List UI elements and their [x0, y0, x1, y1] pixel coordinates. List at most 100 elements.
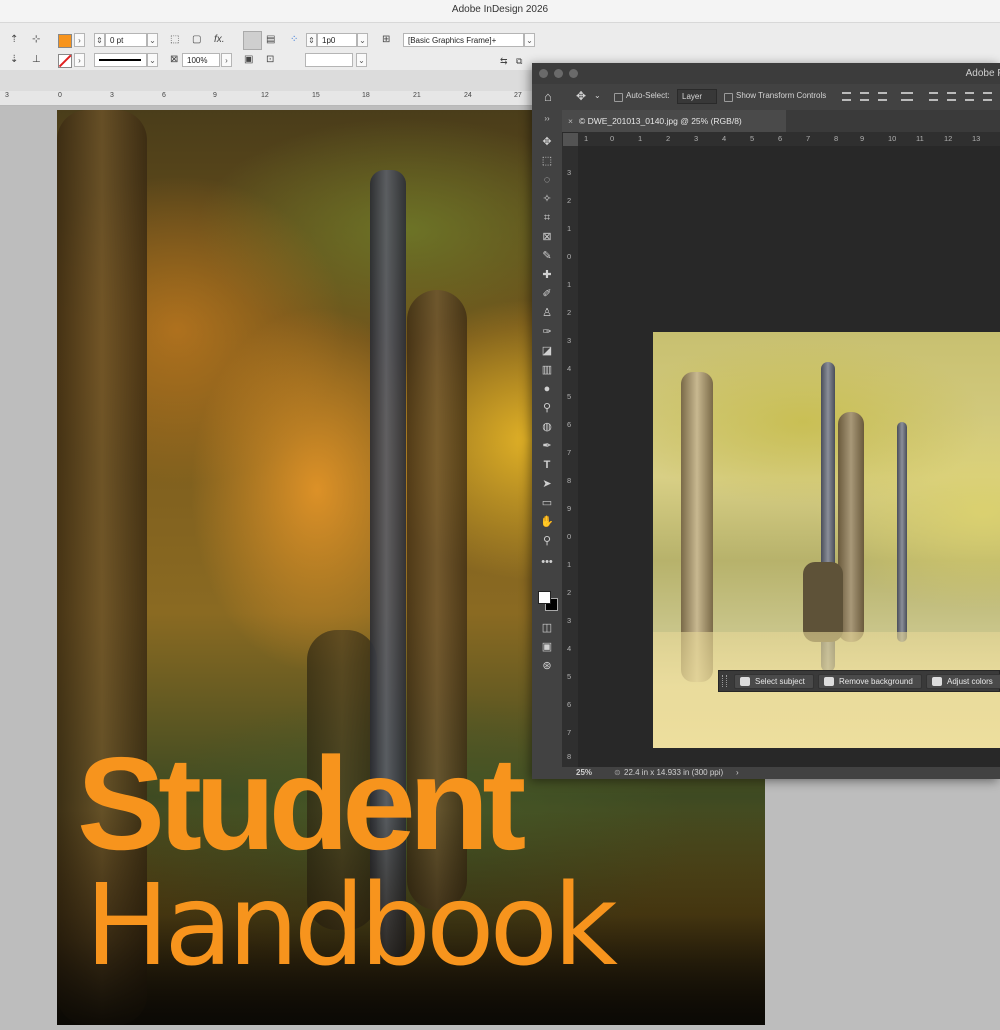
- distribute-icon[interactable]: ⇡: [10, 33, 18, 47]
- headline-handbook[interactable]: Handbook: [85, 870, 618, 982]
- frame-fitting-icon[interactable]: ⬚: [170, 33, 179, 47]
- lasso-tool-icon[interactable]: ◌: [538, 172, 556, 188]
- type-tool-icon[interactable]: T: [538, 457, 556, 473]
- zoom-level[interactable]: 25%: [576, 767, 592, 779]
- drag-handle-icon[interactable]: [722, 675, 727, 687]
- color-adjust-icon: [932, 677, 942, 686]
- gutter-field[interactable]: 1p0: [317, 33, 357, 47]
- text-wrap-none-button[interactable]: [243, 31, 262, 50]
- stroke-weight-field[interactable]: 0 pt: [105, 33, 147, 47]
- person-icon: [740, 677, 750, 686]
- zoom-tool-icon[interactable]: ⚲: [538, 533, 556, 549]
- corner-shape-dropdown[interactable]: ⌄: [356, 53, 367, 67]
- auto-select-checkbox[interactable]: [614, 93, 623, 102]
- photoshop-titlebar: Adobe P: [532, 63, 1000, 84]
- edit-toolbar-icon[interactable]: ⊛: [538, 658, 556, 674]
- screen-mode-icon[interactable]: ▣: [538, 639, 556, 655]
- center-content-icon[interactable]: ⊡: [266, 53, 274, 67]
- close-tab-icon[interactable]: ×: [568, 116, 573, 126]
- adjust-colors-button[interactable]: Adjust colors: [926, 674, 1000, 689]
- move-tool-icon[interactable]: ✥: [538, 134, 556, 150]
- align-left-icon[interactable]: [842, 92, 851, 101]
- fill-swatch[interactable]: [58, 34, 72, 48]
- object-style-field[interactable]: [Basic Graphics Frame]+: [403, 33, 524, 47]
- select-subject-button[interactable]: Select subject: [734, 674, 814, 689]
- hand-tool-icon[interactable]: ✋: [538, 514, 556, 530]
- align-icon[interactable]: ⊹: [32, 33, 40, 47]
- close-window-button[interactable]: [539, 69, 548, 78]
- sponge-tool-icon[interactable]: ◍: [538, 419, 556, 435]
- show-transform-checkbox[interactable]: [724, 93, 733, 102]
- brush-tool-icon[interactable]: ✐: [538, 286, 556, 302]
- crop-tool-icon[interactable]: ⌗: [538, 210, 556, 226]
- ruler-number: 1: [567, 560, 572, 569]
- healing-brush-tool-icon[interactable]: ✚: [538, 267, 556, 283]
- align-bottom-icon[interactable]: [965, 92, 974, 101]
- effects-icon[interactable]: fx.: [214, 33, 225, 47]
- headline-student[interactable]: Student: [77, 738, 526, 870]
- content-fitting-icon[interactable]: ▣: [244, 53, 253, 67]
- quick-mask-icon[interactable]: ◫: [538, 620, 556, 636]
- distribute-icon[interactable]: [901, 92, 913, 101]
- ruler-number: 8: [567, 752, 572, 761]
- status-menu-chevron-icon[interactable]: ›: [736, 767, 739, 779]
- scale-icon[interactable]: ⊠: [170, 53, 178, 67]
- align-middle-icon[interactable]: [947, 92, 956, 101]
- clone-stamp-tool-icon[interactable]: ♙: [538, 305, 556, 321]
- eyedropper-tool-icon[interactable]: ✎: [538, 248, 556, 264]
- object-selection-tool-icon[interactable]: ✧: [538, 191, 556, 207]
- tool-preset-chevron-icon[interactable]: ⌄: [594, 91, 601, 100]
- ruler-number: 7: [806, 134, 811, 143]
- stroke-swatch-arrow-button[interactable]: ›: [74, 53, 85, 67]
- text-wrap-icon[interactable]: ▤: [266, 33, 275, 47]
- distribute-vertical-icon[interactable]: [983, 92, 992, 101]
- auto-select-target-dropdown[interactable]: Layer: [677, 89, 717, 104]
- dodge-tool-icon[interactable]: ⚲: [538, 400, 556, 416]
- path-selection-tool-icon[interactable]: ➤: [538, 476, 556, 492]
- frame-tool-icon[interactable]: ⊠: [538, 229, 556, 245]
- history-brush-tool-icon[interactable]: ✑: [538, 324, 556, 340]
- ruler-number: 11: [916, 134, 924, 143]
- align-bottom-icon[interactable]: ⊥: [32, 53, 41, 67]
- stroke-type-field[interactable]: [94, 53, 147, 67]
- info-icon: ⊜: [614, 768, 621, 777]
- scale-field[interactable]: 100%: [182, 53, 220, 67]
- adjust-colors-label: Adjust colors: [947, 677, 993, 686]
- corner-shape-field[interactable]: [305, 53, 353, 67]
- eraser-tool-icon[interactable]: ◪: [538, 343, 556, 359]
- ruler-number: 3: [567, 168, 572, 177]
- object-style-dropdown[interactable]: ⌄: [524, 33, 535, 47]
- zoom-window-button[interactable]: [569, 69, 578, 78]
- gutter-dropdown[interactable]: ⌄: [357, 33, 368, 47]
- stroke-swatch[interactable]: [58, 54, 72, 68]
- align-top-icon[interactable]: [929, 92, 938, 101]
- gradient-tool-icon[interactable]: ▥: [538, 362, 556, 378]
- foreground-color-swatch[interactable]: [538, 591, 551, 604]
- ruler-number: 10: [888, 134, 897, 143]
- ruler-number: 0: [58, 92, 62, 99]
- stroke-type-dropdown[interactable]: ⌄: [147, 53, 158, 67]
- frame-icon[interactable]: ▢: [192, 33, 201, 47]
- document-tab[interactable]: × © DWE_201013_0140.jpg @ 25% (RGB/8): [562, 110, 786, 132]
- align-right-icon[interactable]: [878, 92, 887, 101]
- minimize-window-button[interactable]: [554, 69, 563, 78]
- corner-options-icon[interactable]: ⁘: [290, 33, 298, 47]
- home-icon[interactable]: ⌂: [544, 89, 552, 104]
- blur-tool-icon[interactable]: ●: [538, 381, 556, 397]
- distribute-spacing-icon[interactable]: ⇣: [10, 53, 18, 67]
- move-tool-icon[interactable]: ✥: [576, 89, 586, 103]
- quick-apply-icon[interactable]: ⇆: [500, 54, 508, 68]
- stroke-weight-stepper[interactable]: ⇕: [94, 33, 105, 47]
- rectangle-tool-icon[interactable]: ▭: [538, 495, 556, 511]
- stroke-weight-dropdown[interactable]: ⌄: [147, 33, 158, 47]
- more-tools-icon[interactable]: •••: [538, 554, 556, 570]
- gutter-stepper[interactable]: ⇕: [306, 33, 317, 47]
- collapse-toolbar-icon[interactable]: ››: [538, 114, 556, 124]
- pen-tool-icon[interactable]: ✒: [538, 438, 556, 454]
- remove-background-button[interactable]: Remove background: [818, 674, 922, 689]
- align-center-icon[interactable]: [860, 92, 869, 101]
- fill-swatch-arrow-button[interactable]: ›: [74, 33, 85, 47]
- panel-menu-icon[interactable]: ⧉: [516, 54, 522, 68]
- scale-arrow-button[interactable]: ›: [221, 53, 232, 67]
- marquee-tool-icon[interactable]: ⬚: [538, 153, 556, 169]
